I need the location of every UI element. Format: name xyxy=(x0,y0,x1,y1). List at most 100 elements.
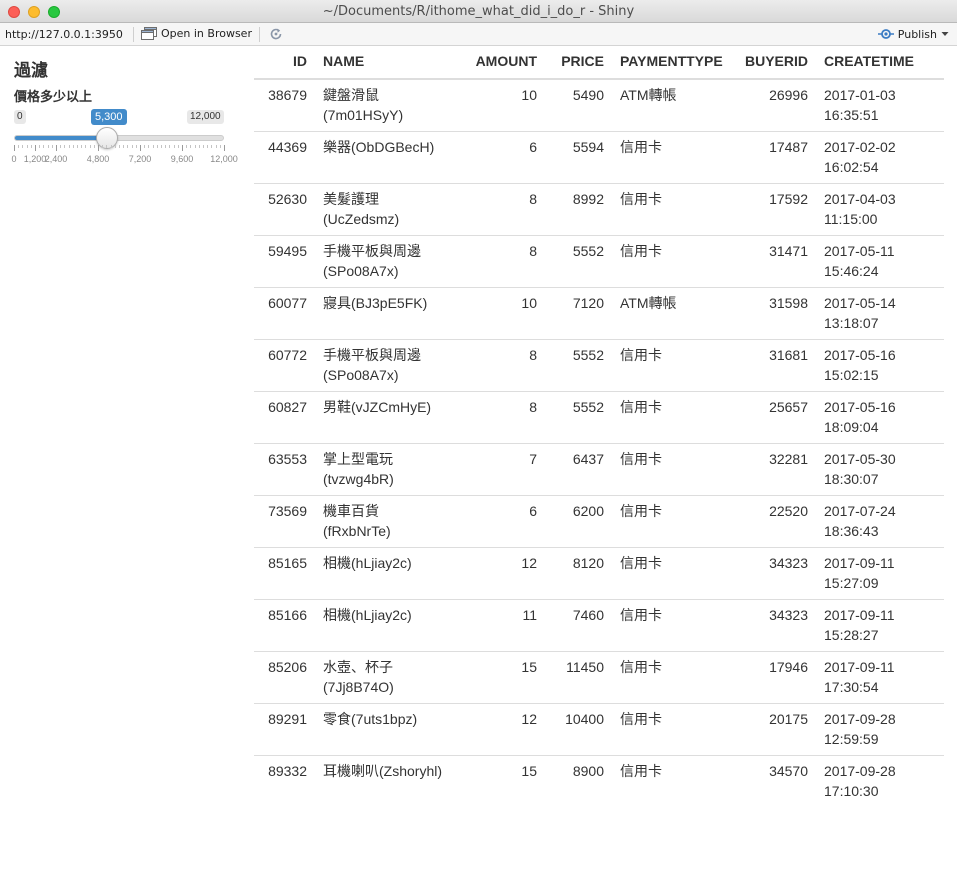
publish-icon xyxy=(877,29,894,39)
table-row: 89332 耳機喇叭(Zshoryhl) 15 8900 信用卡 34570 2017-09… xyxy=(254,755,944,807)
header-paymenttype[interactable]: PAYMENTTYPE xyxy=(612,46,731,80)
header-price[interactable]: PRICE xyxy=(545,46,612,80)
slider-minor-tick xyxy=(26,145,28,148)
slider-minor-tick xyxy=(114,145,116,148)
price-slider-track[interactable] xyxy=(14,135,224,141)
slider-major-tick xyxy=(56,145,57,151)
cell-date: 2017-04-03 xyxy=(824,191,896,207)
cell-name-code-line: (SPo08A7x) xyxy=(323,263,399,279)
header-amount[interactable]: AMOUNT xyxy=(451,46,545,80)
slider-max-label: 12,000 xyxy=(187,110,224,124)
cell-amount: 10 xyxy=(451,287,545,340)
cell-paymenttype: 信用卡 xyxy=(612,235,731,288)
cell-date: 2017-01-03 xyxy=(824,87,896,103)
cell-price: 6200 xyxy=(545,495,612,548)
toolbar-divider xyxy=(259,27,260,42)
table-row: 85165 相機(hLjiay2c) 12 8120 信用卡 34323 2017-09-1… xyxy=(254,547,944,600)
slider-minor-tick xyxy=(81,145,83,148)
header-createtime[interactable]: CREATETIME xyxy=(816,46,944,80)
url-display[interactable]: http://127.0.0.1:3950 xyxy=(5,28,123,41)
slider-minor-tick xyxy=(18,145,20,148)
cell-id: 44369 xyxy=(254,131,315,184)
open-in-browser-icon xyxy=(141,27,157,40)
header-name[interactable]: NAME xyxy=(315,46,451,80)
cell-paymenttype: 信用卡 xyxy=(612,443,731,496)
cell-id: 60827 xyxy=(254,391,315,444)
table-row: 60772 手機平板與周邊 (SPo08A7x) 8 5552 信用卡 31681 2017-… xyxy=(254,339,944,392)
cell-time: 18:36:43 xyxy=(824,523,879,539)
slider-minor-tick xyxy=(169,145,171,148)
slider-minor-tick xyxy=(68,145,70,148)
cell-date: 2017-02-02 xyxy=(824,139,896,155)
table-row: 52630 美髮護理 (UcZedsmz) 8 8992 信用卡 17592 2017-04-… xyxy=(254,183,944,236)
cell-id: 63553 xyxy=(254,443,315,496)
publish-button[interactable]: Publish xyxy=(877,27,949,41)
cell-price: 7120 xyxy=(545,287,612,340)
table-row: 60827 男鞋(vJZCmHyE) 8 5552 信用卡 25657 2017-05-16… xyxy=(254,391,944,444)
cell-id: 73569 xyxy=(254,495,315,548)
slider-minor-tick xyxy=(161,145,162,148)
cell-name: 男鞋(vJZCmHyE) xyxy=(315,391,451,444)
cell-name: 寢具(BJ3pE5FK) xyxy=(315,287,451,340)
cell-name: 相機(hLjiay2c) xyxy=(315,547,451,600)
window-title: ~/Documents/R/ithome_what_did_i_do_r - S… xyxy=(322,4,635,19)
publish-label: Publish xyxy=(897,27,937,41)
slider-minor-tick xyxy=(190,145,192,148)
cell-createtime: 2017-05-11 15:46:24 xyxy=(816,235,944,288)
slider-major-tick xyxy=(98,145,99,151)
cell-amount: 12 xyxy=(451,547,545,600)
cell-price: 5552 xyxy=(545,391,612,444)
cell-createtime: 2017-09-28 12:59:59 xyxy=(816,703,944,756)
cell-time: 16:35:51 xyxy=(824,107,879,123)
cell-createtime: 2017-04-03 11:15:00 xyxy=(816,183,944,236)
slider-minor-tick xyxy=(135,145,137,148)
cell-buyerid: 17946 xyxy=(731,651,816,704)
cell-paymenttype: 信用卡 xyxy=(612,547,731,600)
cell-paymenttype: 信用卡 xyxy=(612,339,731,392)
cell-amount: 8 xyxy=(451,339,545,392)
cell-date: 2017-05-14 xyxy=(824,295,896,311)
cell-date: 2017-05-30 xyxy=(824,451,896,467)
cell-price: 5594 xyxy=(545,131,612,184)
cell-date: 2017-09-28 xyxy=(824,763,896,779)
slider-ticks: 0 1,200 2,400 4,800 7,200 9,600 12,000 xyxy=(11,145,238,175)
slider-minor-tick xyxy=(60,145,62,148)
cell-buyerid: 31681 xyxy=(731,339,816,392)
cell-name-line: 相機(hLjiay2c) xyxy=(323,555,412,571)
cell-paymenttype: 信用卡 xyxy=(612,495,731,548)
cell-createtime: 2017-09-11 15:27:09 xyxy=(816,547,944,600)
cell-name-line: 寢具(BJ3pE5FK) xyxy=(323,295,428,311)
cell-createtime: 2017-01-03 16:35:51 xyxy=(816,79,944,132)
cell-price: 11450 xyxy=(545,651,612,704)
cell-buyerid: 17592 xyxy=(731,183,816,236)
cell-id: 52630 xyxy=(254,183,315,236)
slider-minor-tick xyxy=(51,145,53,148)
cell-amount: 8 xyxy=(451,183,545,236)
slider-minor-tick xyxy=(198,145,200,148)
cell-amount: 8 xyxy=(451,391,545,444)
header-buyerid[interactable]: BUYERID xyxy=(731,46,816,80)
cell-name-line: 手機平板與周邊 xyxy=(323,347,421,363)
cell-time: 15:02:15 xyxy=(824,367,879,383)
table-row: 73569 機車百貨 (fRxbNrTe) 6 6200 信用卡 22520 2017-07-… xyxy=(254,495,944,548)
cell-buyerid: 34570 xyxy=(731,755,816,807)
chevron-down-icon[interactable] xyxy=(941,31,949,37)
cell-price: 5490 xyxy=(572,87,604,103)
cell-name: 掌上型電玩 (tvzwg4bR) xyxy=(315,443,451,496)
open-in-browser-button[interactable]: Open in Browser xyxy=(141,27,252,40)
shiny-window: ~/Documents/R/ithome_what_did_i_do_r - S… xyxy=(0,0,957,883)
cell-name-line: 耳機喇叭(Zshoryhl) xyxy=(323,763,443,779)
cell-date: 2017-09-11 xyxy=(824,659,895,675)
cell-createtime: 2017-02-02 16:02:54 xyxy=(816,131,944,184)
slider-minor-tick xyxy=(211,145,213,148)
header-id[interactable]: ID xyxy=(254,46,315,80)
slider-major-tick xyxy=(224,145,225,151)
cell-buyerid: 17487 xyxy=(731,131,816,184)
table-row: 63553 掌上型電玩 (tvzwg4bR) 7 6437 信用卡 32281 2017-05… xyxy=(254,443,944,496)
cell-paymenttype: ATM轉帳 xyxy=(620,87,677,103)
cell-id: 60077 xyxy=(254,287,315,340)
cell-buyerid: 26996 xyxy=(769,87,808,103)
cell-time: 15:28:27 xyxy=(824,627,879,643)
refresh-icon[interactable] xyxy=(268,26,284,42)
slider-minor-tick xyxy=(186,145,188,148)
